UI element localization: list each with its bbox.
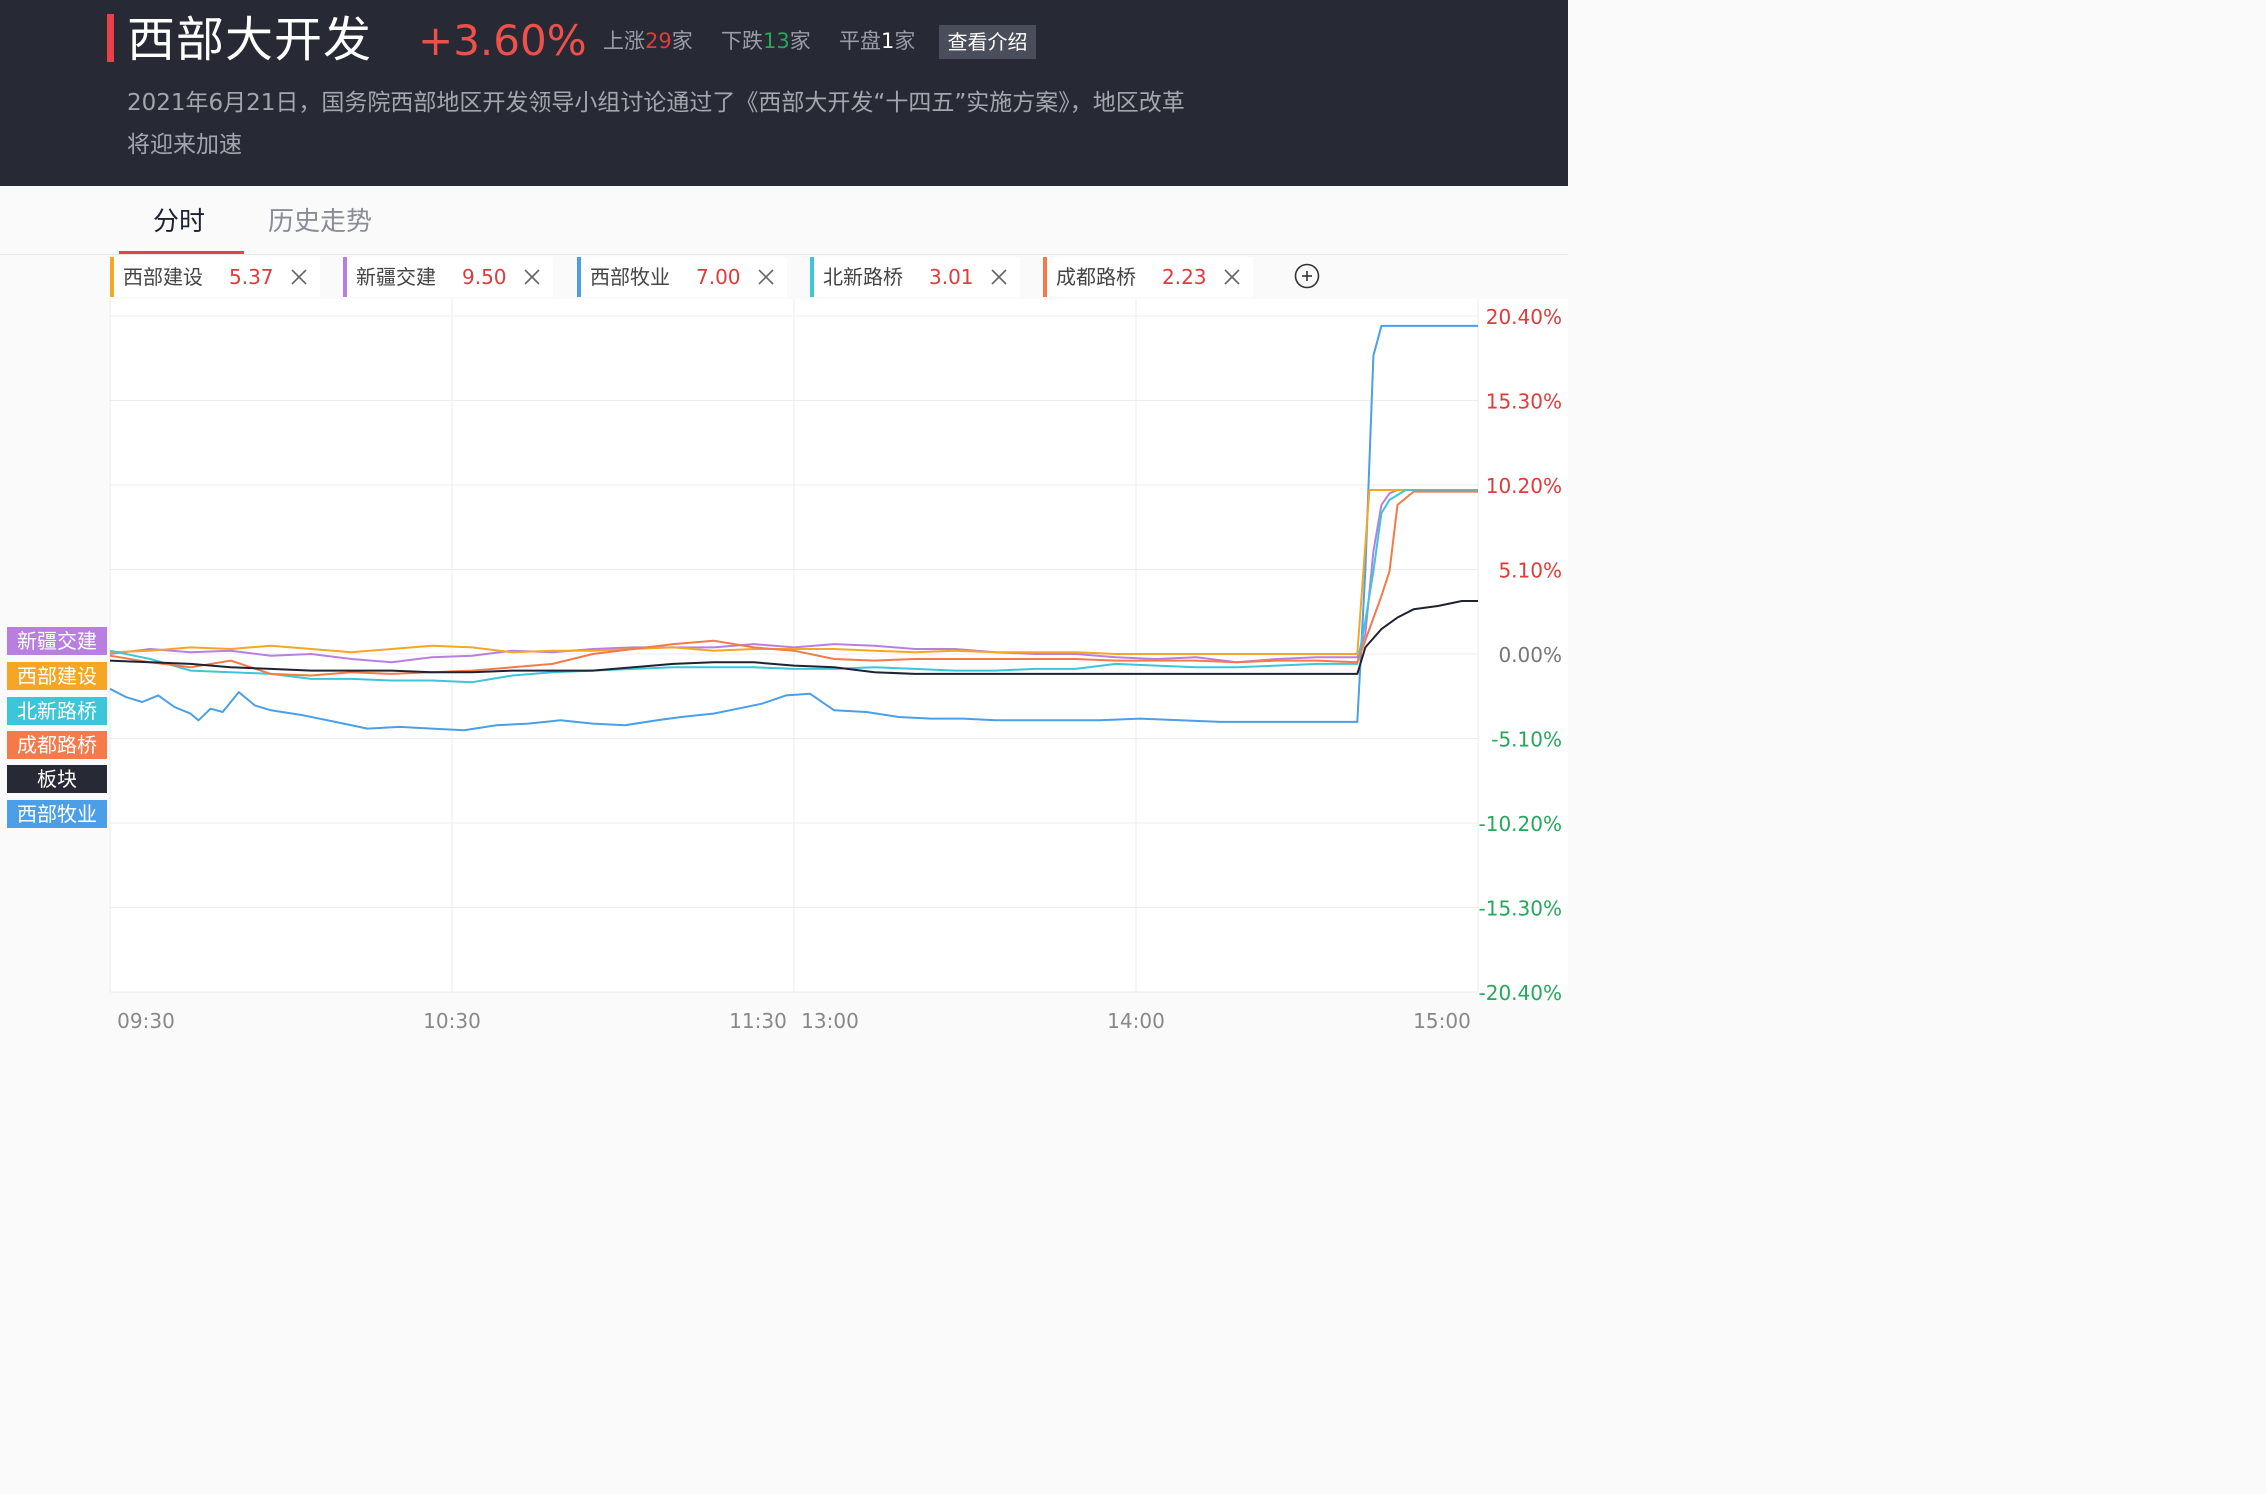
y-tick-label: 15.30% [1486, 390, 1562, 414]
y-tick-label: 5.10% [1498, 559, 1562, 583]
x-tick-label: 09:30 [117, 1009, 175, 1033]
x-tick-label: 14:00 [1107, 1009, 1165, 1033]
y-tick-label: 20.40% [1486, 305, 1562, 329]
x-tick-label: 10:30 [423, 1009, 481, 1033]
y-tick-label: 0.00% [1498, 643, 1562, 667]
legend-item: 西部牧业 [7, 800, 107, 828]
intraday-chart: 20.40% 15.30% 10.20% 5.10% 0.00% -5.10% -10.20… [109, 299, 1568, 1033]
plot-area [110, 299, 1568, 992]
y-tick-label: -20.40% [1479, 981, 1562, 1005]
y-tick-label: -5.10% [1491, 728, 1562, 752]
x-tick-label: 15:00 [1413, 1009, 1471, 1033]
legend-item: 成都路桥 [7, 731, 107, 759]
y-tick-label: 10.20% [1486, 474, 1562, 498]
y-tick-label: -15.30% [1479, 897, 1562, 921]
y-tick-label: -10.20% [1479, 812, 1562, 836]
legend-item: 新疆交建 [7, 627, 107, 655]
legend-item: 西部建设 [7, 662, 107, 690]
x-tick-label: 11:30 [729, 1009, 787, 1033]
x-tick-label: 13:00 [801, 1009, 859, 1033]
legend-item: 北新路桥 [7, 697, 107, 725]
legend-item: 板块 [7, 765, 107, 793]
